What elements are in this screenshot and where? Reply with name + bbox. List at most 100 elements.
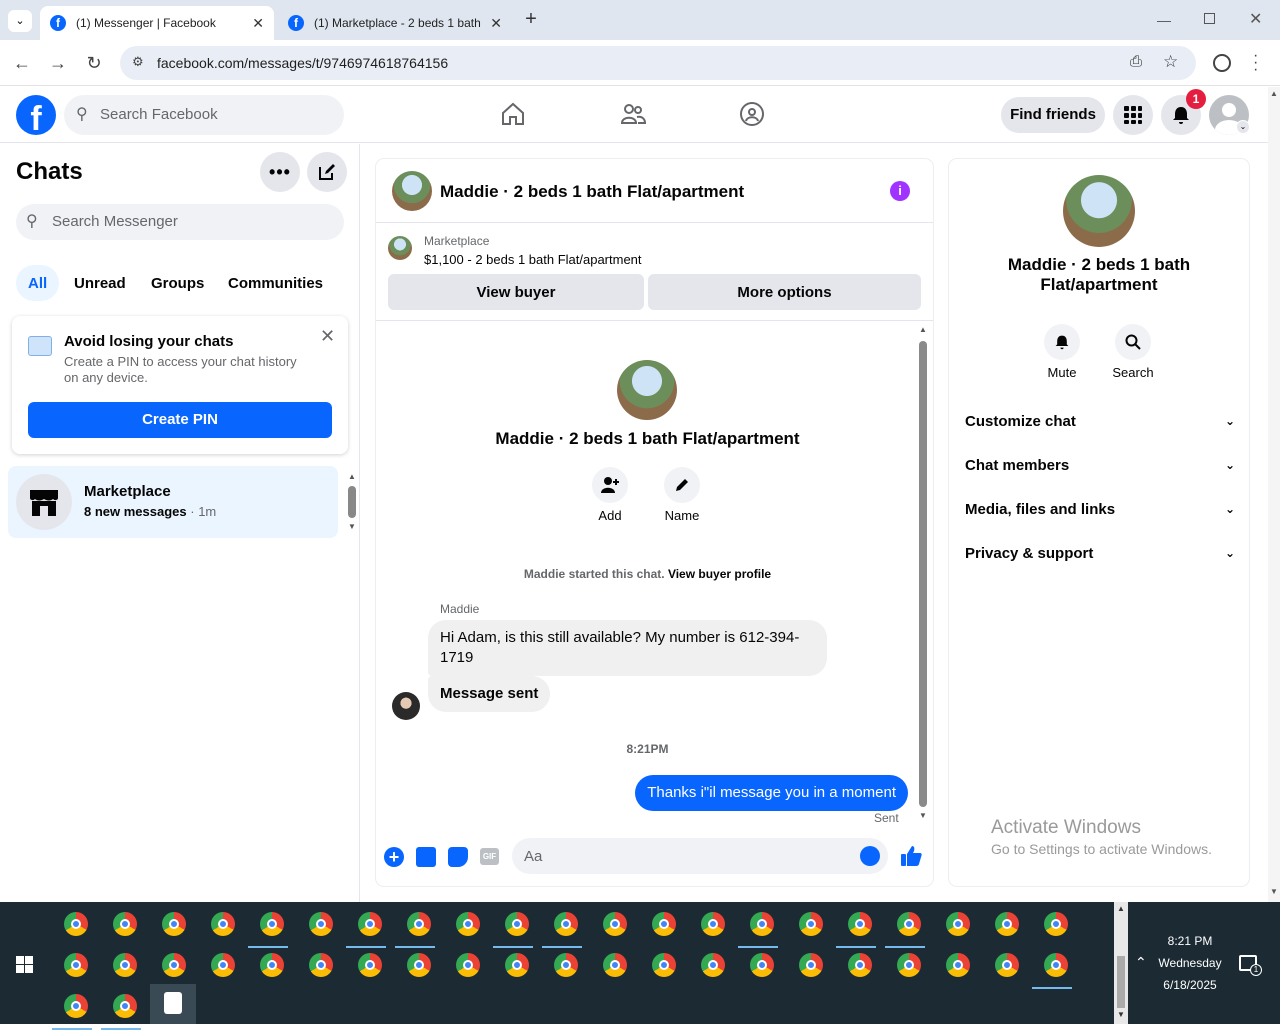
facebook-logo-icon[interactable]: f: [16, 95, 56, 135]
chrome-taskbar-icon[interactable]: [113, 953, 137, 977]
filter-groups[interactable]: Groups: [139, 265, 216, 301]
chrome-taskbar-icon[interactable]: [211, 953, 235, 977]
emoji-icon[interactable]: [860, 846, 880, 866]
chrome-taskbar-icon[interactable]: [162, 912, 186, 936]
chrome-taskbar-icon[interactable]: [554, 953, 578, 977]
new-message-button[interactable]: [307, 152, 347, 192]
windows-start-icon[interactable]: [16, 956, 33, 973]
chrome-taskbar-icon[interactable]: [64, 912, 88, 936]
facebook-search-box[interactable]: ⚲ Search Facebook: [64, 95, 344, 135]
chrome-taskbar-icon[interactable]: [603, 953, 627, 977]
taskbar-active-app[interactable]: [150, 984, 196, 1024]
chrome-taskbar-icon[interactable]: [652, 912, 676, 936]
view-buyer-profile-link[interactable]: View buyer profile: [668, 567, 771, 581]
more-actions-icon[interactable]: +: [384, 847, 404, 867]
taskbar-scrollbar[interactable]: ▲ ▼: [1114, 902, 1128, 1024]
page-scrollbar[interactable]: ▲ ▼: [1268, 87, 1280, 902]
chrome-taskbar-icon[interactable]: [309, 912, 333, 936]
info-avatar[interactable]: [1063, 175, 1135, 247]
message-bubble[interactable]: Hi Adam, is this still available? My num…: [428, 620, 827, 676]
tab-marketplace[interactable]: f (1) Marketplace - 2 beds 1 bath ✕: [278, 6, 512, 40]
bookmark-star-icon[interactable]: ☆: [1163, 52, 1178, 72]
chrome-taskbar-icon[interactable]: [358, 953, 382, 977]
chrome-taskbar-icon[interactable]: [799, 953, 823, 977]
groups-icon[interactable]: [739, 101, 765, 132]
restore-window-icon[interactable]: [1204, 13, 1215, 24]
menu-grid-icon[interactable]: [1113, 95, 1153, 135]
home-icon[interactable]: [500, 101, 526, 132]
chrome-taskbar-icon[interactable]: [848, 953, 872, 977]
messenger-search-box[interactable]: ⚲ Search Messenger: [16, 204, 344, 240]
filter-communities[interactable]: Communities: [216, 265, 335, 301]
gif-icon[interactable]: GIF: [480, 848, 499, 865]
close-tab-icon[interactable]: ✕: [252, 15, 264, 32]
search-icon[interactable]: [1115, 324, 1151, 360]
view-buyer-button[interactable]: View buyer: [388, 274, 644, 310]
chrome-taskbar-icon[interactable]: [750, 912, 774, 936]
browser-menu-icon[interactable]: · · ·: [1253, 48, 1258, 78]
chrome-taskbar-icon[interactable]: [897, 953, 921, 977]
find-friends-button[interactable]: Find friends: [1001, 97, 1105, 133]
sticker-icon[interactable]: [448, 847, 468, 867]
conversation-title[interactable]: Maddie · 2 beds 1 bath Flat/apartment: [440, 182, 744, 202]
chrome-taskbar-icon[interactable]: [897, 912, 921, 936]
chrome-taskbar-icon[interactable]: [162, 953, 186, 977]
friends-icon[interactable]: [620, 101, 647, 132]
chrome-taskbar-icon[interactable]: [750, 953, 774, 977]
chrome-taskbar-icon[interactable]: [113, 912, 137, 936]
create-pin-button[interactable]: Create PIN: [28, 402, 332, 438]
conversation-info-icon[interactable]: i: [890, 181, 910, 201]
listing-title[interactable]: $1,100 - 2 beds 1 bath Flat/apartment: [424, 252, 642, 267]
chat-members-section[interactable]: Chat members ⌄: [965, 453, 1235, 477]
attach-photo-icon[interactable]: [416, 847, 436, 867]
chrome-taskbar-icon[interactable]: [946, 912, 970, 936]
chrome-taskbar-icon[interactable]: [701, 953, 725, 977]
chrome-taskbar-icon[interactable]: [456, 953, 480, 977]
mute-bell-icon[interactable]: [1044, 324, 1080, 360]
show-hidden-icons[interactable]: ⌃: [1135, 954, 1147, 971]
reload-icon[interactable]: ↻: [83, 52, 105, 74]
close-window-icon[interactable]: ✕: [1249, 9, 1262, 29]
address-bar[interactable]: ⚙ facebook.com/messages/t/97469746187641…: [120, 46, 1196, 80]
chrome-taskbar-icon[interactable]: [652, 953, 676, 977]
close-tab-icon[interactable]: ✕: [490, 15, 502, 32]
tab-messenger[interactable]: f (1) Messenger | Facebook ✕: [40, 6, 274, 40]
chrome-taskbar-icon[interactable]: [995, 953, 1019, 977]
conversation-scrollbar[interactable]: ▲ ▼: [917, 325, 929, 821]
media-files-links-section[interactable]: Media, files and links ⌄: [965, 497, 1235, 521]
chrome-taskbar-icon[interactable]: [848, 912, 872, 936]
profile-icon[interactable]: [1213, 54, 1231, 72]
chrome-taskbar-icon[interactable]: [113, 994, 137, 1018]
install-app-icon[interactable]: ⎙: [1130, 53, 1142, 70]
chrome-taskbar-icon[interactable]: [358, 912, 382, 936]
message-bubble[interactable]: Message sent: [428, 676, 551, 712]
chrome-taskbar-icon[interactable]: [211, 912, 235, 936]
clock-time[interactable]: 8:21 PM: [1150, 934, 1230, 948]
chat-list-scrollbar[interactable]: ▲ ▼: [346, 470, 358, 534]
chrome-taskbar-icon[interactable]: [260, 912, 284, 936]
listing-avatar[interactable]: [392, 171, 432, 211]
listing-thumbnail[interactable]: [388, 236, 412, 260]
edit-name-icon[interactable]: [664, 467, 700, 503]
chrome-taskbar-icon[interactable]: [946, 953, 970, 977]
chrome-taskbar-icon[interactable]: [1044, 912, 1068, 936]
tab-search-dropdown[interactable]: ⌄: [8, 10, 32, 32]
site-info-icon[interactable]: ⚙: [132, 54, 144, 70]
account-chevron-icon[interactable]: ⌄: [1236, 120, 1250, 134]
chrome-taskbar-icon[interactable]: [505, 953, 529, 977]
chat-list-item[interactable]: Marketplace 8 new messages · 1m: [8, 466, 338, 538]
filter-unread[interactable]: Unread: [62, 265, 138, 301]
clock-day[interactable]: Wednesday: [1150, 956, 1230, 970]
chrome-taskbar-icon[interactable]: [603, 912, 627, 936]
back-icon[interactable]: ←: [11, 52, 33, 74]
chrome-taskbar-icon[interactable]: [995, 912, 1019, 936]
new-tab-button[interactable]: +: [520, 8, 542, 30]
add-person-icon[interactable]: [592, 467, 628, 503]
chrome-taskbar-icon[interactable]: [64, 994, 88, 1018]
filter-all[interactable]: All: [16, 265, 60, 301]
chrome-taskbar-icon[interactable]: [1044, 953, 1068, 977]
privacy-support-section[interactable]: Privacy & support ⌄: [965, 541, 1235, 565]
chat-options-button[interactable]: •••: [260, 152, 300, 192]
chrome-taskbar-icon[interactable]: [309, 953, 333, 977]
my-message-bubble[interactable]: Thanks i"il message you in a moment: [635, 775, 908, 811]
